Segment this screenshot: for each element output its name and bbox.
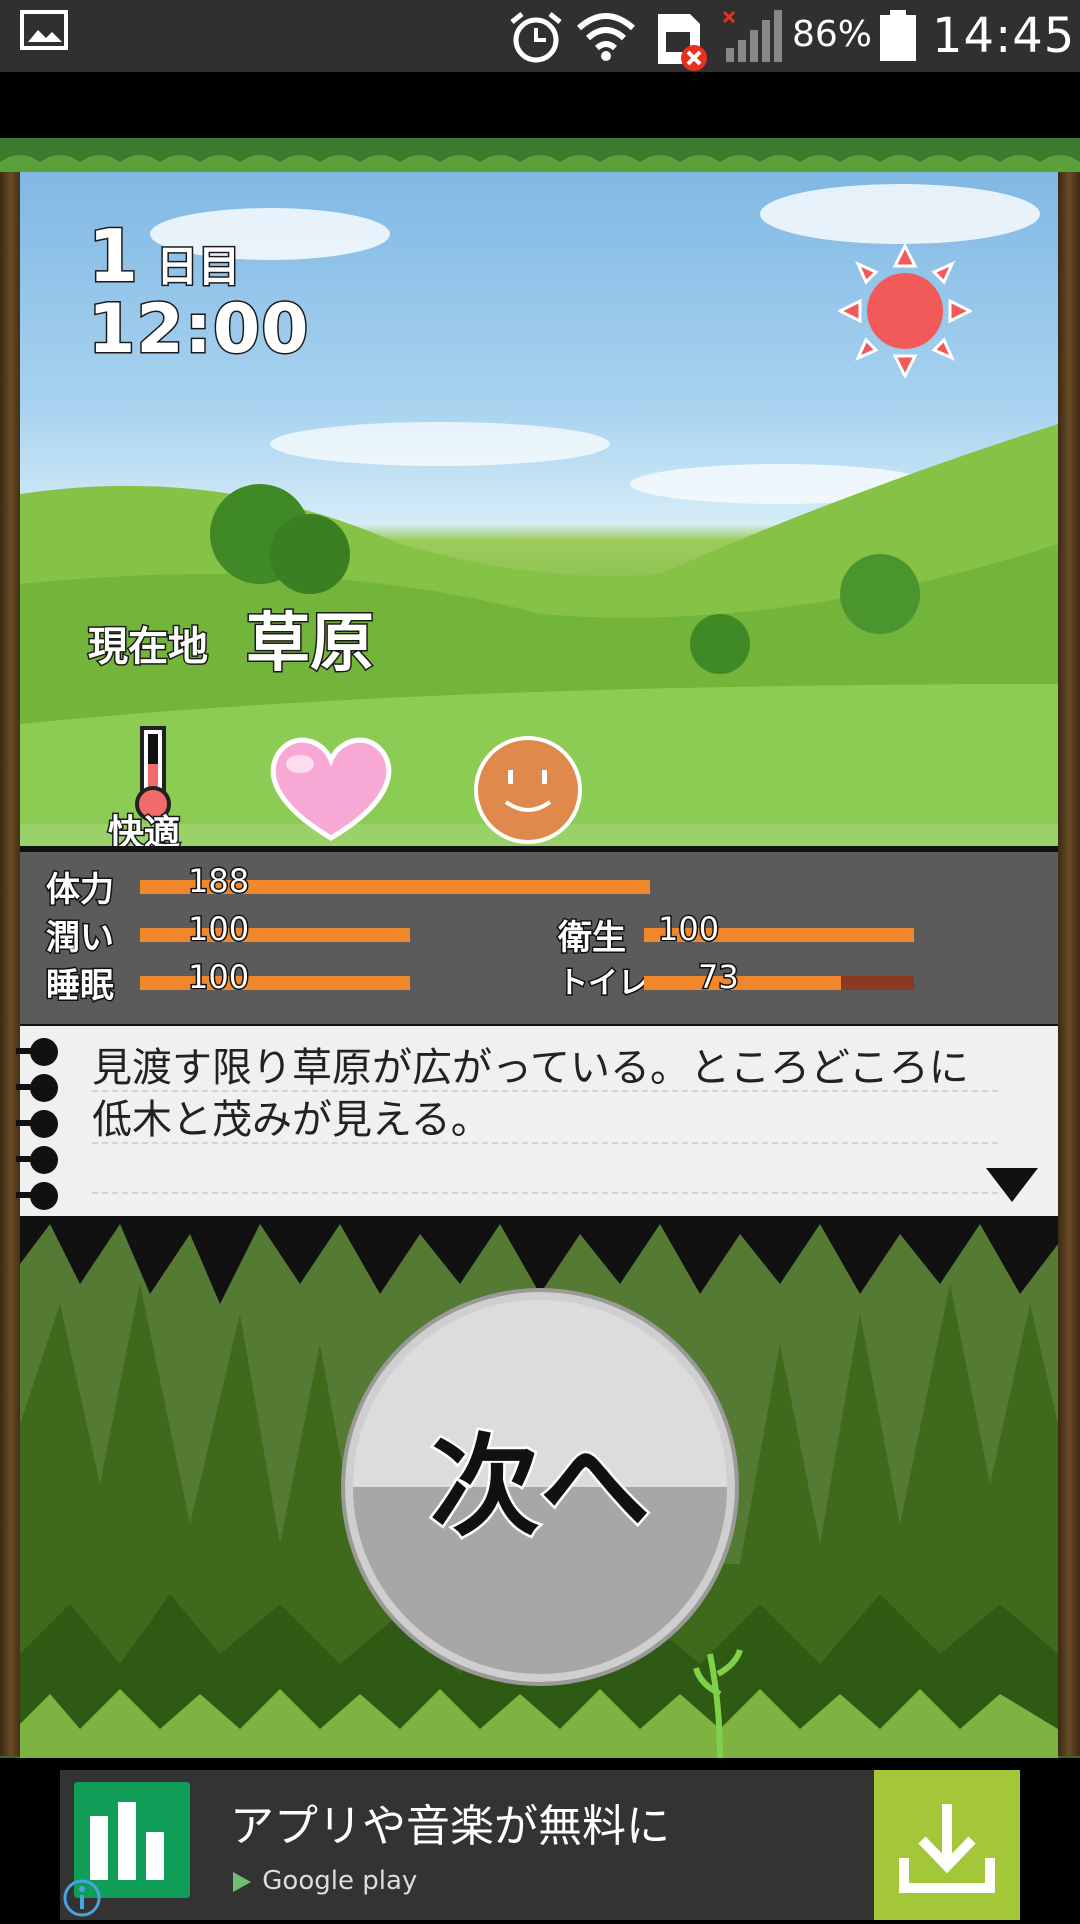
- notebook-ring: [16, 1182, 58, 1210]
- message-text: 見渡す限り草原が広がっている。ところどころに低木と茂みが見える。: [92, 1045, 969, 1143]
- download-icon: [899, 1804, 995, 1893]
- leaf-border: [0, 138, 1080, 172]
- ad-headline: アプリや音楽が無料に: [230, 1801, 670, 1852]
- ruled-line: [92, 1192, 998, 1196]
- wifi-icon: [577, 13, 635, 61]
- location-value: 草原: [245, 606, 376, 683]
- gallery-icon: [20, 10, 68, 50]
- message-box[interactable]: 見渡す限り草原が広がっている。ところどころに低木と茂みが見える。: [16, 1026, 1058, 1224]
- info-icon[interactable]: [62, 1878, 102, 1918]
- stat-name: 体力: [45, 869, 116, 912]
- location-label: 現在地: [87, 623, 210, 672]
- stat-bar-fill: [644, 976, 842, 990]
- game-time: 12:00: [86, 289, 310, 371]
- stat-value: 100: [186, 957, 250, 998]
- battery-icon: [880, 10, 916, 61]
- stat-value: 100: [186, 909, 250, 950]
- stat-hygiene: 衛生 100: [557, 909, 958, 960]
- sim-error-icon: [658, 14, 707, 71]
- heart-icon: [270, 737, 392, 841]
- smiley-face-icon: [474, 736, 582, 844]
- notebook-ring: [16, 1110, 58, 1138]
- right-tree-trunk: [1058, 156, 1080, 1756]
- notebook-ring: [16, 1074, 58, 1102]
- day-number: 1: [86, 213, 139, 300]
- continue-arrow-icon[interactable]: [986, 1168, 1038, 1202]
- battery-percent: 86%: [792, 14, 873, 55]
- play-store-icon: [233, 1871, 251, 1892]
- stat-stamina: 体力 188: [45, 861, 666, 912]
- stat-bar: [644, 976, 914, 990]
- game-screen: 1 日目 12:00 現在地 草原 快適 体力 188 潤い 100 睡眠 10…: [0, 138, 1080, 1758]
- stat-value: 73: [697, 957, 741, 998]
- stat-value: 100: [656, 909, 720, 950]
- stat-toilet: トイレ 73: [557, 957, 958, 1003]
- stats-panel: 体力 188 潤い 100 睡眠 100 衛生 100 トイレ 73: [20, 846, 1058, 1030]
- stat-name: 睡眠: [45, 965, 116, 1008]
- stat-hydration: 潤い 100: [45, 909, 446, 960]
- notebook-ring: [16, 1146, 58, 1174]
- ad-store-text: Google play: [262, 1866, 418, 1896]
- stat-name: トイレ: [557, 965, 650, 1003]
- status-clock: 14:45: [932, 8, 1076, 64]
- status-bar: 86% 14:45: [0, 0, 1080, 72]
- day-counter: 1 日目: [86, 213, 242, 300]
- notebook-ring: [16, 1038, 58, 1066]
- alarm-icon: [510, 12, 562, 63]
- stat-bar: [140, 976, 410, 990]
- stat-bar: [140, 928, 410, 942]
- next-button-label: 次へ: [428, 1420, 653, 1554]
- stat-value: 188: [186, 861, 250, 902]
- ad-store-label: Google play: [230, 1866, 417, 1896]
- sun-icon: [838, 244, 972, 378]
- day-unit: 日目: [155, 241, 242, 293]
- ad-banner[interactable]: アプリや音楽が無料に Google play: [0, 1758, 1080, 1920]
- signal-icon: [722, 10, 782, 62]
- stat-bar-fill: [140, 928, 410, 942]
- stat-name: 衛生: [557, 917, 628, 960]
- stat-sleep: 睡眠 100: [45, 957, 446, 1008]
- ad-content[interactable]: アプリや音楽が無料に Google play: [60, 1770, 1020, 1920]
- download-button[interactable]: [874, 1770, 1020, 1920]
- left-tree-trunk: [0, 156, 22, 1756]
- stat-name: 潤い: [45, 917, 116, 960]
- next-button[interactable]: 次へ: [345, 1292, 735, 1682]
- stat-bar-fill: [140, 976, 410, 990]
